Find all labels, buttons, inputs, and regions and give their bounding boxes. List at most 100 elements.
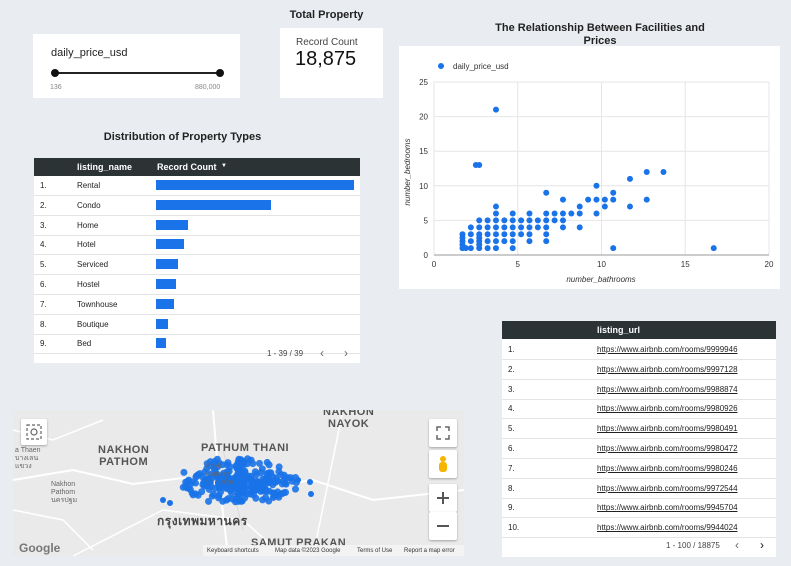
scatter-point[interactable] <box>484 217 491 224</box>
table-row[interactable]: 3. https://www.airbnb.com/rooms/9988874 <box>502 380 776 400</box>
table-row[interactable]: 2. Condo <box>34 196 360 216</box>
scatter-point[interactable] <box>643 196 650 203</box>
scatter-point[interactable] <box>492 217 499 224</box>
scatter-point[interactable] <box>467 231 474 238</box>
scatter-point[interactable] <box>710 245 717 252</box>
scatter-point[interactable] <box>526 217 533 224</box>
map-point[interactable] <box>185 476 193 484</box>
scatter-point[interactable] <box>509 245 516 252</box>
map-point[interactable] <box>234 484 242 492</box>
listing-url-link[interactable]: https://www.airbnb.com/rooms/9997128 <box>597 365 738 374</box>
price-range-slider[interactable]: daily_price_usd 136 880,000 <box>33 34 240 98</box>
scatter-point[interactable] <box>509 231 516 238</box>
scatter-point[interactable] <box>660 168 667 175</box>
map-point[interactable] <box>192 473 200 481</box>
slider-max-handle[interactable] <box>216 69 224 77</box>
scatter-point[interactable] <box>593 210 600 217</box>
keyboard-shortcuts-link[interactable]: Keyboard shortcuts <box>207 548 259 554</box>
map-point[interactable] <box>235 463 243 471</box>
col-listing-url[interactable]: listing_url <box>597 325 640 335</box>
scatter-point[interactable] <box>492 106 499 113</box>
chevron-right-icon[interactable]: › <box>344 346 348 360</box>
listing-url-link[interactable]: https://www.airbnb.com/rooms/9980926 <box>597 404 738 413</box>
table-row[interactable]: 6. https://www.airbnb.com/rooms/9980472 <box>502 439 776 459</box>
map-point[interactable] <box>167 500 173 506</box>
scatter-point[interactable] <box>543 189 550 196</box>
scatter-point[interactable] <box>509 217 516 224</box>
listing-url-link[interactable]: https://www.airbnb.com/rooms/9972544 <box>597 484 738 493</box>
scatter-point[interactable] <box>501 238 508 245</box>
scatter-point[interactable] <box>543 238 550 245</box>
chevron-right-icon[interactable]: › <box>760 538 764 552</box>
map-point[interactable] <box>250 491 258 499</box>
chevron-left-icon[interactable]: ‹ <box>320 346 324 360</box>
scatter-point[interactable] <box>476 241 483 248</box>
scatter-chart[interactable]: 0 5 10 15 20 0 5 10 15 20 25 daily_price_usd numbe… <box>399 46 780 289</box>
table-row[interactable]: 8. Boutique <box>34 315 360 335</box>
scatter-point[interactable] <box>492 203 499 210</box>
fullscreen-icon[interactable] <box>429 419 457 447</box>
scatter-point[interactable] <box>543 224 550 231</box>
map-point[interactable] <box>180 468 188 476</box>
listing-url-link[interactable]: https://www.airbnb.com/rooms/9980246 <box>597 464 738 473</box>
scatter-point[interactable] <box>593 182 600 189</box>
slider-min-handle[interactable] <box>51 69 59 77</box>
scatter-point[interactable] <box>568 210 575 217</box>
map-point[interactable] <box>266 479 274 487</box>
table-row[interactable]: 7. https://www.airbnb.com/rooms/9980246 <box>502 459 776 479</box>
map-point[interactable] <box>252 471 260 479</box>
table-row[interactable]: 10. https://www.airbnb.com/rooms/9944024 <box>502 518 776 539</box>
map-point[interactable] <box>273 477 281 485</box>
scatter-point[interactable] <box>526 224 533 231</box>
listing-url-link[interactable]: https://www.airbnb.com/rooms/9988874 <box>597 385 738 394</box>
listing-url-link[interactable]: https://www.airbnb.com/rooms/9945704 <box>597 503 738 512</box>
map-point[interactable] <box>234 475 242 483</box>
map-point[interactable] <box>307 479 313 485</box>
scatter-point[interactable] <box>484 231 491 238</box>
scatter-point[interactable] <box>601 203 608 210</box>
table-row[interactable]: 8. https://www.airbnb.com/rooms/9972544 <box>502 479 776 499</box>
map-point[interactable] <box>213 455 221 463</box>
scatter-point[interactable] <box>459 234 466 241</box>
scatter-point[interactable] <box>534 217 541 224</box>
scatter-point[interactable] <box>476 217 483 224</box>
map-point[interactable] <box>265 461 273 469</box>
map-point[interactable] <box>192 490 200 498</box>
table-row[interactable]: 6. Hostel <box>34 275 360 295</box>
scatter-point[interactable] <box>462 245 469 252</box>
scatter-point[interactable] <box>534 224 541 231</box>
map-point[interactable] <box>210 490 218 498</box>
scatter-point[interactable] <box>509 224 516 231</box>
property-map[interactable]: NAKHON PATHOM PATHUM THANI NAKHON NAYOK … <box>13 410 464 556</box>
map-canvas[interactable] <box>13 410 464 556</box>
table-row[interactable]: 9. Bed <box>34 334 360 355</box>
scatter-point[interactable] <box>492 224 499 231</box>
table-row[interactable]: 2. https://www.airbnb.com/rooms/9997128 <box>502 360 776 380</box>
scatter-point[interactable] <box>576 224 583 231</box>
sort-down-icon[interactable]: ▼ <box>221 163 227 169</box>
scatter-point[interactable] <box>476 234 483 241</box>
listing-url-link[interactable]: https://www.airbnb.com/rooms/9944024 <box>597 523 738 532</box>
scatter-point[interactable] <box>543 217 550 224</box>
scatter-point[interactable] <box>526 210 533 217</box>
scatter-point[interactable] <box>576 210 583 217</box>
scatter-point[interactable] <box>526 231 533 238</box>
scatter-point[interactable] <box>551 217 558 224</box>
scatter-point[interactable] <box>476 224 483 231</box>
terms-link[interactable]: Terms of Use <box>357 548 392 554</box>
scatter-point[interactable] <box>526 238 533 245</box>
map-point[interactable] <box>291 485 299 493</box>
map-point[interactable] <box>240 458 248 466</box>
listing-url-link[interactable]: https://www.airbnb.com/rooms/9980472 <box>597 444 738 453</box>
scatter-point[interactable] <box>484 224 491 231</box>
scatter-point[interactable] <box>509 210 516 217</box>
map-point[interactable] <box>295 477 301 483</box>
scatter-point[interactable] <box>543 231 550 238</box>
map-point[interactable] <box>249 460 257 468</box>
scatter-point[interactable] <box>559 196 566 203</box>
chevron-left-icon[interactable]: ‹ <box>735 538 739 552</box>
slider-track[interactable] <box>54 72 220 74</box>
scatter-point[interactable] <box>509 238 516 245</box>
table-row[interactable]: 7. Townhouse <box>34 295 360 315</box>
location-pin-icon[interactable] <box>21 419 47 445</box>
